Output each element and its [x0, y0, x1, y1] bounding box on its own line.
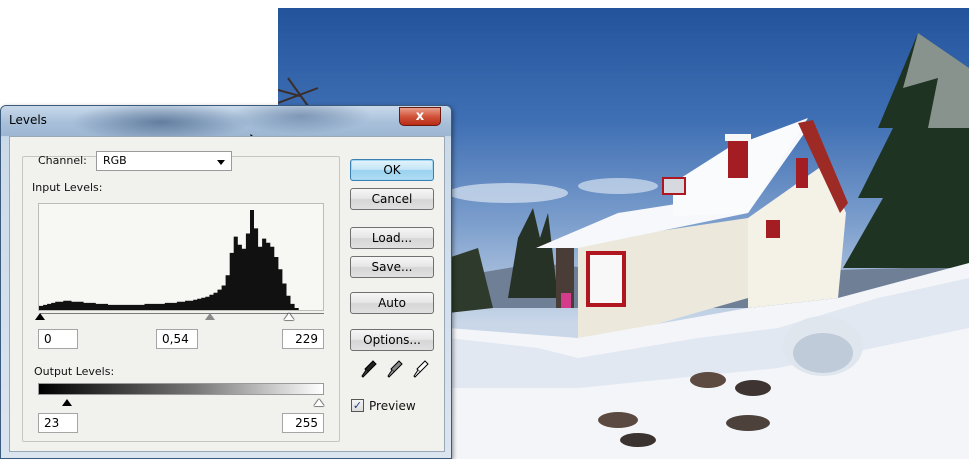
levels-dialog: Levels x Channel: RGB Input Levels: 0 0,…	[0, 105, 452, 459]
input-shadow-slider-handle[interactable]	[35, 313, 45, 320]
output-shadow-slider-handle[interactable]	[62, 399, 72, 406]
options-button[interactable]: Options...	[350, 329, 434, 351]
save-button[interactable]: Save...	[350, 256, 434, 278]
output-highlight-slider-handle[interactable]	[314, 399, 324, 406]
output-highlight-field[interactable]: 255	[282, 413, 324, 433]
channel-label: Channel:	[38, 154, 87, 167]
input-highlight-field[interactable]: 229	[282, 329, 324, 349]
channel-select-value: RGB	[103, 154, 127, 167]
input-highlight-slider-handle[interactable]	[284, 313, 294, 320]
ok-button[interactable]: OK	[350, 159, 434, 181]
cancel-button[interactable]: Cancel	[350, 188, 434, 210]
auto-button[interactable]: Auto	[350, 292, 434, 314]
white-point-eyedropper-icon[interactable]	[412, 359, 430, 379]
input-shadow-field[interactable]: 0	[38, 329, 78, 349]
output-shadow-field[interactable]: 23	[38, 413, 78, 433]
title-bar[interactable]: Levels x	[1, 106, 451, 136]
histogram-shape	[39, 210, 323, 310]
histogram	[38, 203, 324, 311]
output-levels-label: Output Levels:	[34, 365, 115, 378]
input-levels-label: Input Levels:	[32, 181, 103, 194]
histogram-chart	[39, 210, 323, 310]
output-gradient-bar	[38, 383, 324, 395]
input-midtone-slider-handle[interactable]	[205, 313, 215, 320]
close-button[interactable]: x	[399, 107, 441, 126]
input-slider-track	[40, 313, 324, 314]
dialog-body: Channel: RGB Input Levels: 0 0,54 229 Ou…	[9, 136, 445, 452]
chevron-down-icon	[217, 160, 225, 165]
dialog-title: Levels	[9, 113, 47, 127]
gray-point-eyedropper-icon[interactable]	[386, 359, 404, 379]
load-button[interactable]: Load...	[350, 227, 434, 249]
input-midtone-field[interactable]: 0,54	[156, 329, 198, 349]
black-point-eyedropper-icon[interactable]	[360, 359, 378, 379]
preview-label: Preview	[369, 399, 416, 413]
channel-select[interactable]: RGB	[96, 151, 232, 171]
preview-checkbox[interactable]: ✓	[351, 399, 364, 412]
